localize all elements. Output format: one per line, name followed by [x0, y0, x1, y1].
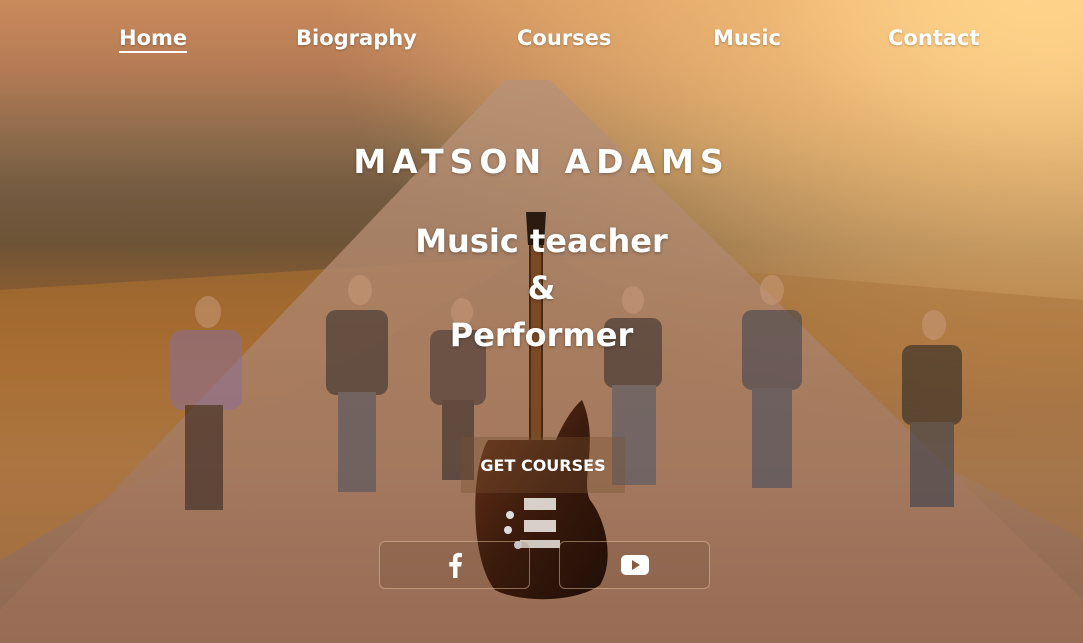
artist-name: MATSON ADAMS — [353, 142, 730, 181]
tagline-line-1: Music teacher — [415, 222, 668, 260]
tagline-line-2: & — [527, 269, 556, 307]
tagline: Music teacher & Performer — [0, 218, 1083, 359]
facebook-icon — [448, 552, 462, 578]
hero-section: MATSON ADAMS Music teacher & Performer G… — [0, 0, 1083, 643]
facebook-button[interactable] — [379, 541, 530, 589]
get-courses-button[interactable]: GET COURSES — [461, 437, 625, 493]
tagline-line-3: Performer — [449, 316, 634, 354]
youtube-icon — [620, 555, 649, 575]
youtube-button[interactable] — [559, 541, 710, 589]
